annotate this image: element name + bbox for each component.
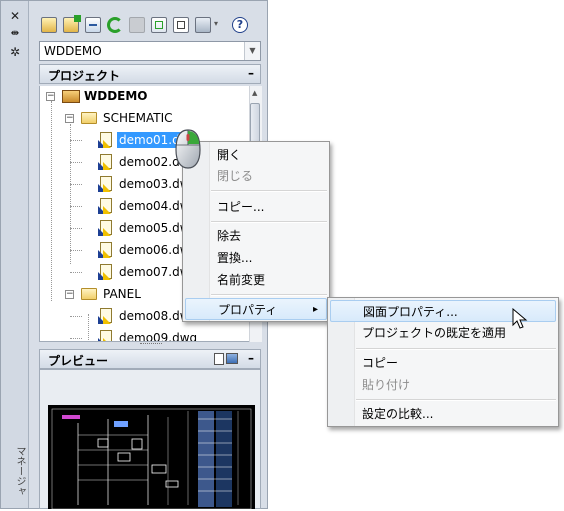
drawing-file-icon bbox=[98, 242, 114, 258]
project-select-value: WDDEMO bbox=[44, 44, 102, 58]
file-label: demo02.d bbox=[119, 155, 180, 169]
menu-item-replace-label: 置換... bbox=[217, 251, 253, 265]
close-palette-button[interactable]: ✕ bbox=[1, 9, 29, 23]
title-block-icon[interactable] bbox=[173, 17, 189, 33]
drawing-file-icon bbox=[98, 176, 114, 192]
menu-item-copy-props[interactable]: コピー bbox=[328, 352, 558, 374]
submenu-arrow-icon: ▸ bbox=[312, 304, 318, 315]
collapse-icon[interactable]: − bbox=[46, 92, 55, 101]
menu-item-close: 閉じる bbox=[183, 165, 329, 187]
menu-item-rename-label: 名前変更 bbox=[217, 273, 266, 287]
menu-item-copy[interactable]: コピー... bbox=[183, 196, 329, 218]
palette-title: マネージャ bbox=[14, 446, 25, 496]
refresh-icon[interactable] bbox=[107, 17, 123, 33]
chevron-down-icon[interactable]: ▼ bbox=[244, 42, 260, 60]
file-label: demo03.dw bbox=[119, 177, 190, 191]
menu-item-properties[interactable]: プロパティ ▸ bbox=[185, 298, 327, 320]
minimize-projects-button[interactable]: – bbox=[248, 66, 254, 80]
thumbnail-view-icon[interactable] bbox=[226, 353, 238, 364]
folder-icon bbox=[81, 112, 97, 124]
palette-title-strip: ✕ ⇹ ✲ マネージャ bbox=[1, 1, 29, 508]
menu-item-compare-settings-label: 設定の比較... bbox=[362, 407, 434, 421]
details-view-icon[interactable] bbox=[214, 353, 224, 365]
preview-section-header: プレビュー – bbox=[39, 349, 261, 369]
drawing-file-icon bbox=[98, 154, 114, 170]
drawing-file-icon bbox=[98, 198, 114, 214]
context-menu: 開く 閉じる コピー... 除去 置換... 名前変更 プロパティ ▸ bbox=[182, 141, 330, 322]
drawing-file-icon bbox=[98, 308, 114, 324]
tree-root-label: WDDEMO bbox=[84, 89, 148, 103]
menu-item-copy-label: コピー... bbox=[217, 200, 265, 214]
new-project-icon[interactable] bbox=[63, 15, 81, 33]
drawing-file-icon bbox=[98, 264, 114, 280]
pane-splitter[interactable] bbox=[140, 343, 162, 347]
publish-icon[interactable] bbox=[195, 17, 211, 33]
project-icon bbox=[62, 90, 80, 103]
folder-icon bbox=[81, 288, 97, 300]
properties-icon[interactable] bbox=[151, 17, 167, 33]
project-select[interactable]: WDDEMO ▼ bbox=[39, 41, 261, 61]
drawing-file-icon bbox=[98, 132, 114, 148]
menu-item-properties-label: プロパティ bbox=[218, 303, 278, 317]
file-label: demo05.dw bbox=[119, 221, 190, 235]
help-icon[interactable]: ? bbox=[232, 17, 248, 33]
drawing-file-icon bbox=[98, 220, 114, 236]
collapse-icon[interactable]: − bbox=[65, 290, 74, 299]
publish-dropdown-icon[interactable]: ▾ bbox=[214, 19, 218, 28]
menu-item-paste: 貼り付け bbox=[328, 374, 558, 396]
menu-item-compare-settings[interactable]: 設定の比較... bbox=[328, 403, 558, 425]
folder-label: PANEL bbox=[103, 287, 141, 301]
menu-item-apply-project-defaults-label: プロジェクトの既定を適用 bbox=[362, 326, 507, 340]
menu-item-replace[interactable]: 置換... bbox=[183, 247, 329, 269]
menu-item-paste-label: 貼り付け bbox=[362, 378, 411, 392]
mouse-right-click-icon bbox=[175, 129, 201, 169]
mouse-cursor-icon bbox=[512, 308, 528, 329]
menu-item-remove[interactable]: 除去 bbox=[183, 225, 329, 247]
palette-properties-button[interactable]: ✲ bbox=[1, 45, 29, 59]
menu-item-close-label: 閉じる bbox=[217, 169, 254, 183]
drawing-file-icon bbox=[98, 330, 114, 341]
open-project-icon[interactable] bbox=[41, 17, 57, 33]
file-label: demo07.dw bbox=[119, 265, 190, 279]
menu-item-open-label: 開く bbox=[217, 148, 242, 162]
projects-section-header: プロジェクト – bbox=[39, 64, 261, 84]
file-label: demo04.dw bbox=[119, 199, 190, 213]
new-drawing-icon[interactable] bbox=[85, 17, 101, 33]
file-label: demo09.dwg bbox=[119, 331, 198, 342]
minimize-preview-button[interactable]: – bbox=[248, 351, 254, 365]
file-label: demo08.dw bbox=[119, 309, 190, 323]
preview-header-label: プレビュー bbox=[48, 354, 109, 368]
collapse-icon[interactable]: − bbox=[65, 114, 74, 123]
update-icon bbox=[129, 17, 145, 33]
drawing-preview-thumbnail bbox=[48, 405, 255, 509]
menu-item-drawing-properties-label: 図面プロパティ... bbox=[363, 305, 458, 319]
menu-item-copy-props-label: コピー bbox=[362, 356, 399, 370]
menu-item-rename[interactable]: 名前変更 bbox=[183, 269, 329, 291]
auto-hide-button[interactable]: ⇹ bbox=[1, 28, 29, 39]
projects-header-label: プロジェクト bbox=[48, 69, 121, 83]
folder-label: SCHEMATIC bbox=[103, 111, 173, 125]
file-label: demo06.dw bbox=[119, 243, 190, 257]
menu-item-remove-label: 除去 bbox=[217, 229, 242, 243]
menu-item-open[interactable]: 開く bbox=[183, 144, 329, 166]
